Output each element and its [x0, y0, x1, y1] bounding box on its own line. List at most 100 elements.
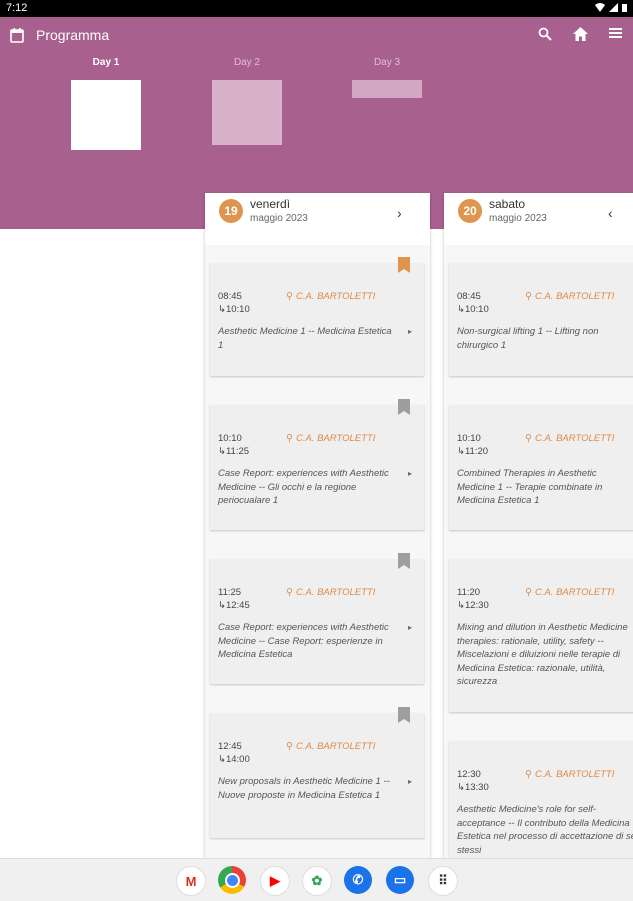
event-end-time: ↳11:20	[457, 446, 489, 457]
event-title: Aesthetic Medicine's role for self-accep…	[457, 804, 633, 856]
event-card[interactable]: 08:45 ↳10:10 ⚲ C.A. BARTOLETTI Non-surgic…	[449, 263, 633, 376]
tab-day-2[interactable]: Day 2	[212, 57, 282, 68]
day-column-1: 19 venerdì maggio 2023 › 08:45 ↳10:10 ⚲ C…	[205, 193, 430, 858]
status-icons	[595, 3, 627, 12]
event-title: Case Report: experiences with Aesthetic …	[218, 622, 389, 660]
messages-icon[interactable]: ▭	[386, 866, 414, 894]
event-card[interactable]: 10:10 ↳11:25 ⚲ C.A. BARTOLETTI Case Repor…	[210, 399, 424, 530]
event-location: ⚲ C.A. BARTOLETTI	[286, 433, 375, 444]
bookmark-icon[interactable]	[398, 399, 410, 415]
event-card[interactable]: 10:10 ↳11:20 ⚲ C.A. BARTOLETTI Combined T…	[449, 405, 633, 530]
event-location-label: C.A. BARTOLETTI	[534, 769, 615, 780]
calendar-icon[interactable]	[10, 28, 24, 43]
event-end-time: ↳13:30	[457, 782, 489, 793]
event-title: Aesthetic Medicine 1 -- Medicina Estetic…	[218, 326, 392, 351]
event-location-label: C.A. BARTOLETTI	[534, 433, 615, 444]
event-title: Combined Therapies in Aesthetic Medicine…	[457, 468, 603, 506]
event-end-time: ↳14:00	[218, 754, 250, 765]
event-card[interactable]: 08:45 ↳10:10 ⚲ C.A. BARTOLETTI Aesthetic …	[210, 257, 424, 376]
event-start-time: 11:20	[457, 587, 481, 598]
day-number-badge: 20	[458, 199, 482, 223]
event-start-time: 12:30	[457, 769, 481, 780]
app-drawer-icon[interactable]: ⠿	[428, 866, 458, 896]
event-title: Mixing and dilution in Aesthetic Medicin…	[457, 622, 628, 687]
location-pin-icon: ⚲	[286, 741, 293, 752]
phone-icon[interactable]: ✆	[344, 866, 372, 894]
event-start-time: 10:10	[218, 433, 242, 444]
bookmark-icon[interactable]	[398, 707, 410, 723]
chrome-icon[interactable]	[218, 866, 246, 894]
day-month: maggio 2023	[250, 213, 308, 224]
location-pin-icon: ⚲	[525, 587, 532, 598]
page-title: Programma	[36, 27, 110, 43]
chevron-right-icon[interactable]: ▸	[408, 777, 412, 786]
taskbar: M ▶ ✿ ✆ ▭ ⠿	[0, 858, 633, 901]
day-name: venerdì	[250, 197, 291, 211]
event-location-label: C.A. BARTOLETTI	[534, 291, 615, 302]
signal-icon	[609, 3, 618, 12]
event-start-time: 11:25	[218, 587, 242, 598]
event-card[interactable]: 12:45 ↳14:00 ⚲ C.A. BARTOLETTI New propos…	[210, 707, 424, 838]
event-location: ⚲ C.A. BARTOLETTI	[525, 587, 614, 598]
status-time: 7:12	[6, 2, 28, 14]
day-name: sabato	[489, 197, 526, 211]
event-location: ⚲ C.A. BARTOLETTI	[525, 433, 614, 444]
gmail-icon[interactable]: M	[176, 866, 206, 896]
tab-day-3[interactable]: Day 3	[352, 57, 422, 68]
battery-icon	[622, 4, 627, 12]
location-pin-icon: ⚲	[525, 433, 532, 444]
day-1-thumbnail[interactable]	[71, 80, 141, 150]
chevron-right-icon[interactable]: ▸	[408, 469, 412, 478]
location-pin-icon: ⚲	[286, 433, 293, 444]
location-pin-icon: ⚲	[525, 769, 532, 780]
day-3-thumbnail[interactable]	[352, 80, 422, 98]
event-end-time: ↳10:10	[218, 304, 250, 315]
day-header: 20 sabato maggio 2023 ‹	[444, 193, 633, 245]
location-pin-icon: ⚲	[286, 291, 293, 302]
menu-icon[interactable]	[609, 27, 622, 39]
search-icon[interactable]	[538, 27, 552, 41]
event-location-label: C.A. BARTOLETTI	[534, 587, 615, 598]
event-start-time: 10:10	[457, 433, 481, 444]
event-title: Case Report: experiences with Aesthetic …	[218, 468, 389, 506]
chevron-left-icon[interactable]: ‹	[608, 205, 613, 221]
day-month: maggio 2023	[489, 213, 547, 224]
event-card[interactable]: 11:20 ↳12:30 ⚲ C.A. BARTOLETTI Mixing and…	[449, 559, 633, 712]
event-location-label: C.A. BARTOLETTI	[295, 587, 376, 598]
event-start-time: 12:45	[218, 741, 242, 752]
event-title: Non-surgical lifting 1 -- Lifting non ch…	[457, 326, 599, 351]
photos-icon[interactable]: ✿	[302, 866, 332, 896]
youtube-icon[interactable]: ▶	[260, 866, 290, 896]
bookmark-icon[interactable]	[398, 553, 410, 569]
event-end-time: ↳11:25	[218, 446, 250, 457]
event-location: ⚲ C.A. BARTOLETTI	[525, 769, 614, 780]
event-location-label: C.A. BARTOLETTI	[295, 433, 376, 444]
status-bar: 7:12	[0, 0, 633, 17]
tab-day-1[interactable]: Day 1	[71, 57, 141, 68]
event-location-label: C.A. BARTOLETTI	[295, 741, 376, 752]
event-title: New proposals in Aesthetic Medicine 1 --…	[218, 776, 390, 801]
event-card[interactable]: 11:25 ↳12:45 ⚲ C.A. BARTOLETTI Case Repor…	[210, 553, 424, 684]
event-start-time: 08:45	[457, 291, 481, 302]
event-end-time: ↳12:30	[457, 600, 489, 611]
location-pin-icon: ⚲	[286, 587, 293, 598]
chevron-right-icon[interactable]: ▸	[408, 623, 412, 632]
event-start-time: 08:45	[218, 291, 242, 302]
chevron-right-icon[interactable]: ▸	[408, 327, 412, 336]
event-card[interactable]: 12:30 ↳13:30 ⚲ C.A. BARTOLETTI Aesthetic …	[449, 741, 633, 858]
location-pin-icon: ⚲	[525, 291, 532, 302]
day-column-2: 20 sabato maggio 2023 ‹ 08:45 ↳10:10 ⚲ C.…	[444, 193, 633, 858]
event-location: ⚲ C.A. BARTOLETTI	[286, 741, 375, 752]
event-end-time: ↳10:10	[457, 304, 489, 315]
event-end-time: ↳12:45	[218, 600, 250, 611]
event-location: ⚲ C.A. BARTOLETTI	[525, 291, 614, 302]
chevron-right-icon[interactable]: ›	[397, 205, 402, 221]
event-location: ⚲ C.A. BARTOLETTI	[286, 291, 375, 302]
home-icon[interactable]	[573, 27, 588, 41]
event-location: ⚲ C.A. BARTOLETTI	[286, 587, 375, 598]
day-number-badge: 19	[219, 199, 243, 223]
bookmark-icon[interactable]	[398, 257, 410, 273]
day-2-thumbnail[interactable]	[212, 80, 282, 145]
wifi-icon	[595, 3, 605, 12]
event-location-label: C.A. BARTOLETTI	[295, 291, 376, 302]
